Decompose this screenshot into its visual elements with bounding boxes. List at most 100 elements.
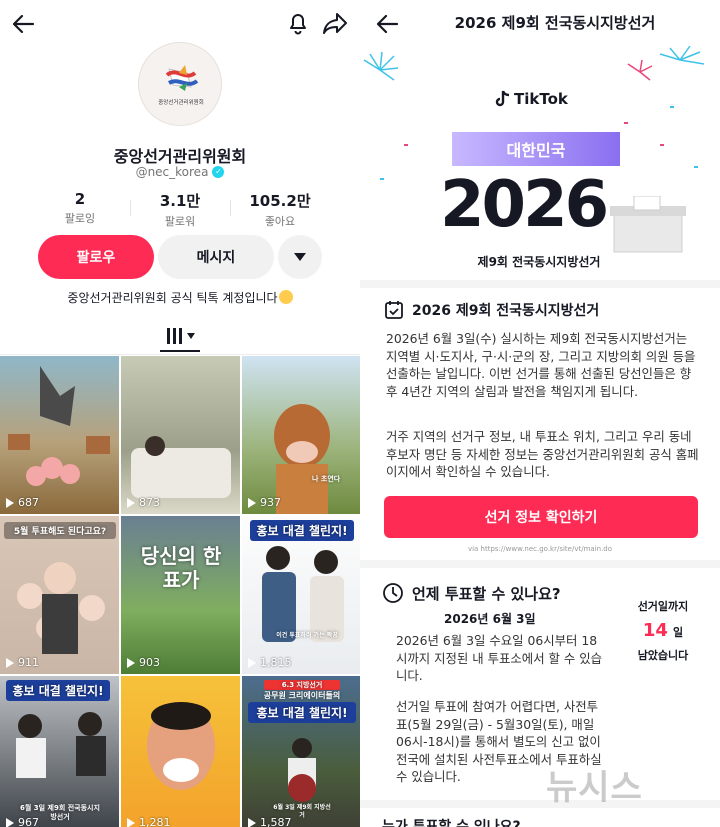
clock-icon xyxy=(383,583,403,603)
view-count-text: 687 xyxy=(18,496,39,509)
verified-badge-icon: ✓ xyxy=(212,166,225,178)
video-tile[interactable]: 나 초연다 937 xyxy=(242,356,360,514)
page-title: 2026 제9회 전국동시지방선거 xyxy=(454,14,656,32)
video-thumbnail xyxy=(131,436,231,498)
profile-top-bar xyxy=(0,0,360,46)
tab-videos-grid[interactable] xyxy=(160,322,200,352)
play-icon xyxy=(248,657,256,668)
play-icon xyxy=(127,657,135,668)
stat-following[interactable]: 2 팔로잉 xyxy=(30,190,130,226)
video-caption: 당신의 한표가 xyxy=(140,544,222,592)
view-count: 911 xyxy=(6,656,39,669)
section-title: 누가 투표할 수 있나요? xyxy=(382,819,521,827)
play-icon xyxy=(248,497,256,508)
video-caption: 이건 투표하러 가는 짝꿍 xyxy=(276,632,338,639)
stat-value: 105.2만 xyxy=(249,192,311,210)
dday-number: 14 xyxy=(642,620,668,641)
video-thumbnail xyxy=(17,562,105,654)
video-thumbnail xyxy=(274,404,330,514)
video-tile[interactable]: 홍보 대결 챌린지! 6월 3일 제9회 전국동시지방선거 967 xyxy=(0,676,119,827)
handle-row: @nec_korea ✓ xyxy=(0,164,360,180)
event-screen: 2026 제9회 전국동시지방선거 TikTok 대한민국 2026 제9회 전… xyxy=(360,0,720,827)
view-count-text: 967 xyxy=(18,816,39,827)
video-tile[interactable]: 1,281 xyxy=(121,676,240,827)
share-icon[interactable] xyxy=(320,9,350,37)
avatar[interactable]: 중앙선거관리위원회 xyxy=(138,42,222,126)
stat-value: 3.1만 xyxy=(159,192,201,210)
caret-down-icon xyxy=(294,253,306,261)
section-divider xyxy=(360,560,720,568)
section-divider xyxy=(360,280,720,288)
grid-icon xyxy=(166,328,182,344)
dday-unit: 일 xyxy=(673,626,684,639)
section-heading: 언제 투표할 수 있나요? xyxy=(382,582,561,604)
nec-logo xyxy=(165,65,199,91)
dday-counter: 선거일까지 14 일 남았습니다 xyxy=(628,598,698,663)
election-date: 2026년 6월 3일 xyxy=(444,612,536,626)
view-count-text: 1,815 xyxy=(260,656,292,669)
calendar-check-icon xyxy=(385,301,403,319)
video-tile[interactable]: 687 xyxy=(0,356,119,514)
video-tile[interactable]: 5월 투표해도 된다고요? 911 xyxy=(0,516,119,674)
video-grid: 687 873 나 초연다 937 5월 투표해도 된다고요? 911 당신의 xyxy=(0,356,360,827)
view-count: 687 xyxy=(6,496,39,509)
view-count: 967 xyxy=(6,816,39,827)
video-tile[interactable]: 당신의 한표가 903 xyxy=(121,516,240,674)
link-url[interactable]: via https://www.nec.go.kr/site/vt/main.d… xyxy=(360,545,720,553)
section-heading: 2026 제9회 전국동시지방선거 xyxy=(384,300,599,320)
section-title: 2026 제9회 전국동시지방선거 xyxy=(412,303,600,319)
video-caption: 5월 투표해도 된다고요? xyxy=(4,522,116,539)
video-tile[interactable]: 홍보 대결 챌린지! 이건 투표하러 가는 짝꿍 1,815 xyxy=(242,516,360,674)
video-thumbnail xyxy=(8,366,110,486)
view-count-text: 911 xyxy=(18,656,39,669)
view-count-text: 1,587 xyxy=(260,816,292,827)
tiktok-logo: TikTok xyxy=(494,90,568,108)
view-count: 937 xyxy=(248,496,281,509)
stat-label: 팔로워 xyxy=(164,215,196,228)
play-icon xyxy=(127,497,135,508)
video-thumbnail xyxy=(147,702,215,790)
back-arrow-icon[interactable] xyxy=(10,10,38,38)
view-count-text: 1,281 xyxy=(139,816,171,827)
country-banner: 대한민국 xyxy=(452,132,620,166)
video-title: 홍보 대결 챌린지! xyxy=(250,520,354,541)
video-tile[interactable]: 6.3 지방선거 공무원 크리에이터들의 홍보 대결 챌린지! 6월 3일 제9… xyxy=(242,676,360,827)
video-caption: 나 초연다 xyxy=(312,475,341,483)
profile-screen: 중앙선거관리위원회 중앙선거관리위원회 @nec_korea ✓ 2 팔로잉 3… xyxy=(0,0,360,827)
stat-label: 팔로잉 xyxy=(64,212,96,225)
watermark: 뉴시스 xyxy=(546,768,643,808)
follow-button[interactable]: 팔로우 xyxy=(38,235,154,279)
tab-divider xyxy=(0,354,360,355)
view-count: 903 xyxy=(127,656,160,669)
stat-likes[interactable]: 105.2만 좋아요 xyxy=(230,190,330,229)
tiktok-wordmark: TikTok xyxy=(514,90,568,108)
video-tag: 6.3 지방선거 xyxy=(264,680,340,690)
message-button[interactable]: 메시지 xyxy=(158,235,274,279)
stat-label: 좋아요 xyxy=(264,215,296,228)
avatar-caption: 중앙선거관리위원회 xyxy=(158,100,204,106)
election-info-button[interactable]: 선거 정보 확인하기 xyxy=(384,496,698,538)
play-icon xyxy=(248,817,256,827)
play-icon xyxy=(6,657,14,668)
smile-emoji-icon xyxy=(278,290,293,304)
profile-handle: @nec_korea xyxy=(135,165,209,179)
tiktok-icon xyxy=(495,90,510,107)
video-subtitle: 공무원 크리에이터들의 xyxy=(263,691,341,700)
bell-icon[interactable] xyxy=(284,9,312,37)
profile-bio: 중앙선거관리위원회 공식 틱톡 계정입니다 xyxy=(67,291,278,305)
stat-value: 2 xyxy=(74,190,86,208)
more-dropdown-button[interactable] xyxy=(278,235,322,279)
video-tile[interactable]: 873 xyxy=(121,356,240,514)
section-title: 언제 투표할 수 있나요? xyxy=(412,584,561,603)
section-divider xyxy=(360,800,720,808)
view-count-text: 903 xyxy=(139,656,160,669)
back-arrow-icon[interactable] xyxy=(374,10,402,38)
view-count-text: 937 xyxy=(260,496,281,509)
view-count: 1,281 xyxy=(127,816,171,827)
profile-bio-row: 중앙선거관리위원회 공식 틱톡 계정입니다 xyxy=(0,289,360,306)
stat-followers[interactable]: 3.1만 팔로워 xyxy=(130,190,230,229)
section-paragraph: 거주 지역의 선거구 정보, 내 투표소 위치, 그리고 우리 동네 후보자 명… xyxy=(386,429,699,479)
banner-year: 2026 xyxy=(440,168,609,242)
play-icon xyxy=(6,497,14,508)
play-icon xyxy=(127,817,135,827)
